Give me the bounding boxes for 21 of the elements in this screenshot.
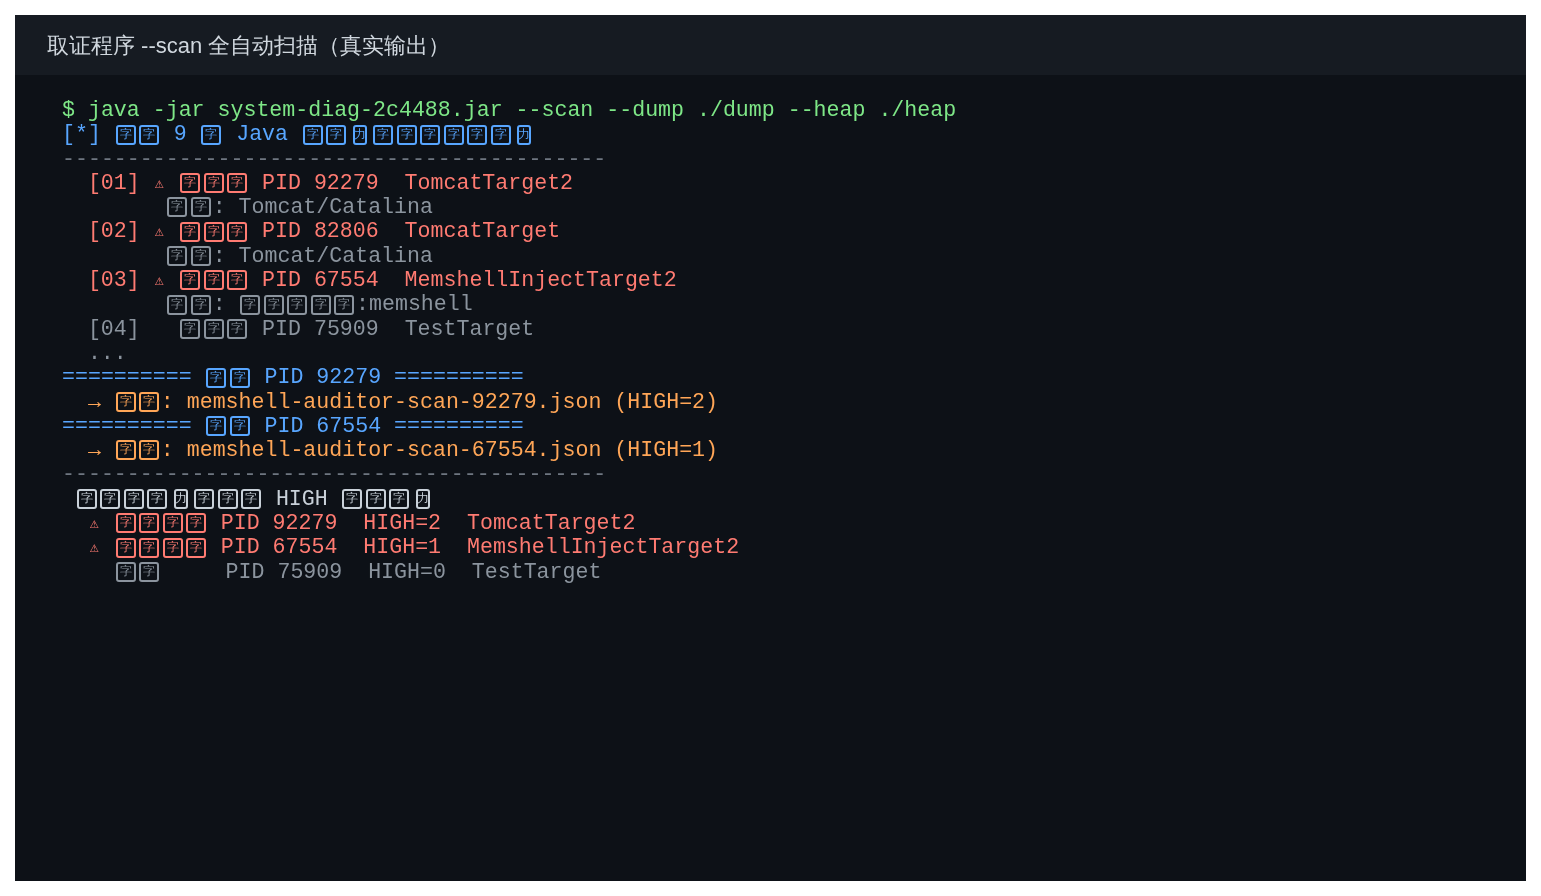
status-line: [*] 字字 9 字 Java 字字 力 字字字字字字 力 — [62, 122, 533, 147]
process-detail: 字字 : Tomcat/Catalina — [165, 243, 433, 269]
summary-row: 字字 PID 75909 HIGH=0 TestTarget — [113, 559, 602, 584]
output-path: → 字字 : memshell-auditor-scan-92279.json (HIGH=2) — [87, 389, 719, 414]
command-line: $ java -jar system-diag-2c4488.jar --scan --dump ./dump --heap ./heap — [62, 98, 957, 123]
process-entry: [02] ⚠ 字字字 PID 82806 TomcatTarget — [87, 219, 561, 244]
section-header: ========== 字字 PID 92279 ========== — [62, 365, 524, 390]
summary-row-text: ⚠ 字字字字 PID 92279 HIGH=2 TomcatTarget2 — [88, 511, 636, 536]
process-entry: [01] ⚠ 字字字 PID 92279 TomcatTarget2 — [87, 170, 574, 196]
output-path: → 字字 : memshell-auditor-scan-67554.json (HIGH=1) — [87, 438, 719, 463]
window-title: 取证程序 --scan 全自动扫描（真实输出） — [47, 31, 451, 60]
dashed-rule: ------------------------------------------ — [62, 462, 607, 487]
summary-row-text: ⚠ 字字字字 PID 67554 HIGH=1 MemshellInjectTarget2 — [88, 535, 740, 560]
dashed-rule: ------------------------------------------ — [62, 146, 607, 171]
process-detail: 字字 : 字字字字字 :memshell — [165, 292, 473, 317]
ellipsis-text: ... — [87, 340, 127, 366]
process-entry: [04] 字字字 PID 75909 TestTarget — [87, 316, 535, 341]
process-entry: [03] ⚠ 字字字 PID 67554 MemshellInjectTarget2 — [87, 268, 677, 293]
summary-heading: 字字字字 力 字字字 HIGH 字字字 力 — [74, 486, 435, 512]
section-header: ========== 字字 PID 67554 ========== — [62, 413, 524, 439]
process-detail: 字字 : Tomcat/Catalina — [165, 195, 433, 220]
